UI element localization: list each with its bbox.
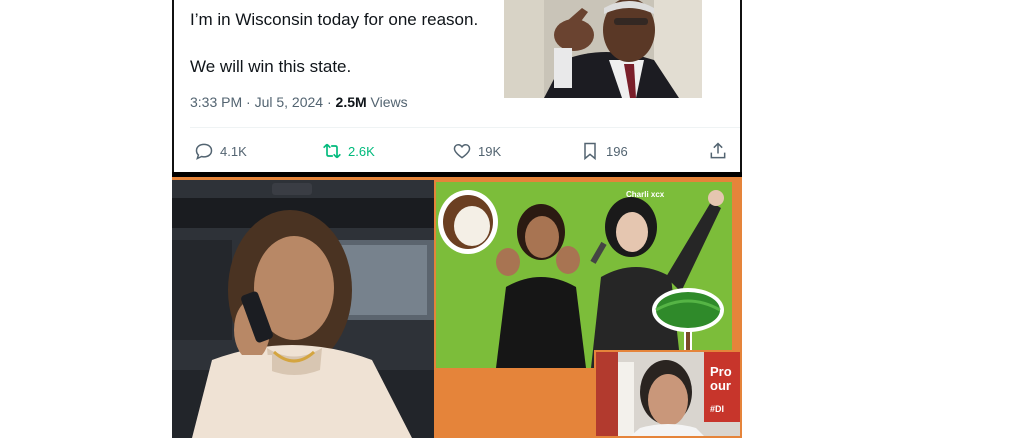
bookmark-count: 196 [606,143,628,159]
repost-button[interactable]: 2.6K [322,136,375,166]
reply-count: 4.1K [220,143,247,159]
photo-green-collage-art [436,182,732,368]
sign-text-3: #DI [710,404,724,414]
tweet-timestamp[interactable]: 3:33 PM · Jul 5, 2024 · [190,94,336,110]
tweet-text-line-1: I’m in Wisconsin today for one reason. [190,10,479,29]
tweet-photo[interactable] [504,0,702,98]
reply-button[interactable]: 4.1K [194,136,247,166]
image-collage[interactable]: Charli xcx Pro our #DI [172,177,742,438]
photo-green-collage: Charli xcx [436,182,732,368]
like-count: 19K [478,143,502,159]
photo-woman-on-phone-art [172,180,434,438]
bookmark-icon [584,142,596,161]
charli-label: Charli xcx [626,190,665,199]
like-button[interactable]: 19K [452,136,501,166]
tweet-action-bar: 4.1K 2.6K 19K 196 [174,136,740,166]
share-button[interactable] [708,136,728,166]
tweet-divider [190,127,740,128]
sign-text-2: our [710,378,731,393]
views-label: Views [366,94,408,110]
photo-man-with-sign: Pro our #DI [594,350,742,438]
photo-man-pinching-gesture [504,0,702,98]
view-count: 2.5M [335,94,367,110]
coconut-icon [438,190,498,254]
reply-icon [195,143,213,160]
repost-icon [323,143,341,159]
tweet-card: I’m in Wisconsin today for one reason. W… [172,0,742,172]
photo-man-with-sign-art: Pro our #DI [596,352,740,436]
share-icon [710,142,726,159]
photo-woman-on-phone [172,180,434,438]
tweet-meta: 3:33 PM · Jul 5, 2024 · 2.5M Views [190,94,408,110]
bookmark-button[interactable]: 196 [580,136,628,166]
tweet-text-line-2: We will win this state. [190,57,352,76]
repost-count: 2.6K [348,143,375,159]
heart-icon [453,143,471,159]
sign-text-1: Pro [710,364,732,379]
